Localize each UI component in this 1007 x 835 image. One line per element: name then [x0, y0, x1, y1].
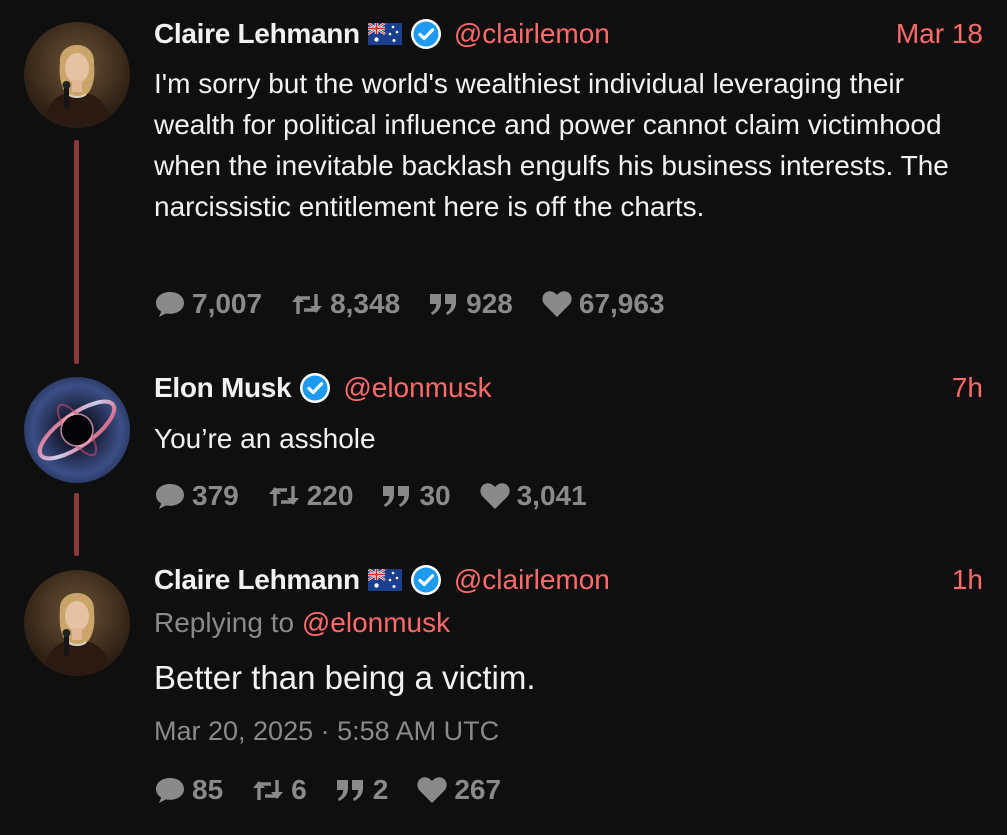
tweet-thread: Claire Lehmann @clairlemon Mar 18 I'm so… — [0, 0, 1007, 835]
australia-flag-icon — [367, 21, 402, 45]
tweet-text: You’re an asshole — [154, 423, 376, 454]
tweet-header: Claire Lehmann — [154, 560, 983, 600]
quote-count[interactable]: 928 — [428, 288, 513, 320]
tweet-stats: 379 220 30 3,041 — [154, 478, 615, 514]
retweet-icon — [292, 294, 323, 314]
tweet-text: Better than being a victim. — [154, 659, 536, 696]
retweet-count[interactable]: 8,348 — [290, 288, 400, 320]
retweet-count[interactable]: 6 — [251, 774, 307, 806]
thread-connector-line — [74, 493, 79, 556]
quote-icon — [430, 294, 457, 315]
retweet-count-value: 6 — [291, 774, 307, 805]
avatar-claire-lehmann[interactable] — [24, 22, 130, 128]
like-count-value: 3,041 — [516, 480, 587, 511]
avatar-elon-musk[interactable] — [24, 377, 130, 483]
reply-icon — [156, 484, 184, 509]
retweet-count[interactable]: 220 — [267, 480, 354, 512]
reply-icon — [156, 778, 184, 803]
tweet-date[interactable]: Mar 18 — [896, 18, 983, 50]
like-count[interactable]: 3,041 — [479, 480, 587, 512]
reply-count-value: 85 — [192, 774, 224, 805]
retweet-count-value: 8,348 — [330, 288, 401, 319]
tweet-date[interactable]: 1h — [952, 564, 983, 596]
reply-count-value: 7,007 — [192, 288, 263, 319]
reply-count-value: 379 — [192, 480, 239, 511]
quote-count-value: 928 — [466, 288, 513, 319]
display-name[interactable]: Claire Lehmann — [154, 564, 360, 596]
australia-flag-icon — [367, 567, 402, 591]
avatar-claire-lehmann[interactable] — [24, 570, 130, 676]
like-count-value: 267 — [454, 774, 502, 805]
tweet-2: Elon Musk @elonmusk 7h You’re an asshole… — [0, 360, 1007, 560]
quote-count[interactable]: 30 — [381, 480, 451, 512]
tweet-text: I'm sorry but the world's wealthiest ind… — [154, 68, 949, 222]
avatar-image — [24, 22, 130, 128]
verified-badge-icon — [410, 564, 442, 596]
replying-to-label: Replying to — [154, 607, 295, 638]
reply-count[interactable]: 379 — [154, 480, 239, 512]
display-name[interactable]: Elon Musk — [154, 372, 292, 404]
thread-connector-line — [74, 140, 79, 364]
avatar-image — [24, 377, 130, 483]
quote-icon — [383, 486, 410, 507]
quote-count-value: 30 — [419, 480, 451, 511]
replying-to-handle[interactable]: @elonmusk — [302, 607, 450, 638]
heart-icon — [479, 483, 510, 509]
quote-count[interactable]: 2 — [335, 774, 389, 806]
tweet-header: Claire Lehmann — [154, 14, 983, 54]
tweet-1: Claire Lehmann @clairlemon Mar 18 I'm so… — [0, 0, 1007, 364]
user-handle[interactable]: @clairlemon — [454, 564, 610, 596]
like-count-value: 67,963 — [578, 288, 665, 319]
replying-to: Replying to @elonmusk — [154, 607, 450, 639]
tweet-stats: 7,007 8,348 928 67,963 — [154, 286, 693, 322]
avatar-image — [24, 570, 130, 676]
retweet-count-value: 220 — [306, 480, 354, 511]
quote-count-value: 2 — [372, 774, 389, 805]
tweet-header: Elon Musk @elonmusk 7h — [154, 368, 983, 408]
like-count[interactable]: 67,963 — [541, 288, 665, 320]
user-handle[interactable]: @elonmusk — [343, 372, 491, 404]
quote-icon — [336, 780, 363, 801]
reply-icon — [156, 292, 184, 317]
verified-badge-icon — [299, 372, 331, 404]
retweet-icon — [268, 486, 299, 506]
tweet-timestamp[interactable]: Mar 20, 2025 · 5:58 AM UTC — [154, 716, 499, 747]
retweet-icon — [253, 780, 284, 800]
tweet-date[interactable]: 7h — [952, 372, 983, 404]
like-count[interactable]: 267 — [416, 774, 501, 806]
verified-badge-icon — [410, 18, 442, 50]
reply-count[interactable]: 85 — [154, 774, 223, 806]
heart-icon — [542, 291, 572, 317]
tweet-3: Claire Lehmann @clairlemon 1h Replying t… — [0, 560, 1007, 835]
display-name[interactable]: Claire Lehmann — [154, 18, 360, 50]
user-handle[interactable]: @clairlemon — [454, 18, 610, 50]
reply-count[interactable]: 7,007 — [154, 288, 262, 320]
heart-icon — [417, 777, 447, 803]
tweet-stats: 85 6 2 267 — [154, 772, 529, 808]
